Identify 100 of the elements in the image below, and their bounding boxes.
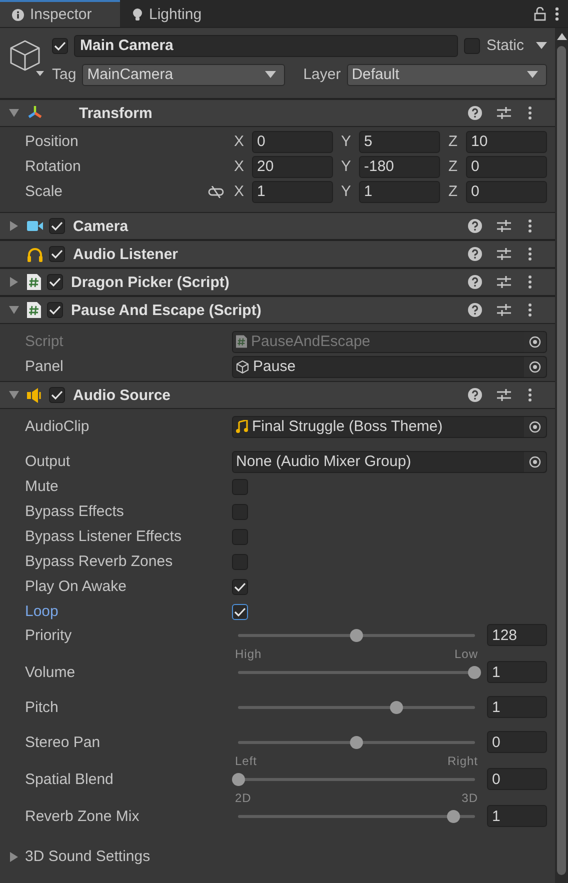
layer-label: Layer <box>303 66 341 83</box>
property-label: Script <box>25 333 64 350</box>
property-label: Scale <box>25 183 64 200</box>
panel-tab[interactable]: Inspector <box>0 0 120 27</box>
number-field[interactable]: 0 <box>466 156 547 178</box>
video-camera-icon <box>27 220 43 232</box>
component-header[interactable]: Audio Source <box>0 381 555 409</box>
number-field[interactable]: 5 <box>359 130 440 152</box>
active-checkbox[interactable] <box>52 38 68 54</box>
object-field[interactable]: Pause <box>232 356 547 378</box>
number-field[interactable]: 0 <box>466 180 547 202</box>
enabled-checkbox[interactable] <box>49 218 65 234</box>
checkbox[interactable] <box>232 554 248 570</box>
component-header[interactable]: Audio Listener <box>0 240 555 268</box>
property-label: Pitch <box>25 699 60 716</box>
slider-handle[interactable] <box>350 629 363 642</box>
music-note-icon <box>236 420 248 433</box>
name-field[interactable]: Main Camera <box>74 34 458 56</box>
axis-label: X <box>232 133 245 150</box>
checkbox[interactable] <box>232 578 248 594</box>
more-options-icon[interactable] <box>528 247 532 261</box>
preset-sliders-icon[interactable] <box>497 388 511 402</box>
foldout-arrow-icon[interactable] <box>9 305 19 315</box>
number-field[interactable]: 1 <box>359 180 440 202</box>
object-picker-icon[interactable] <box>529 420 541 432</box>
help-icon[interactable] <box>468 106 482 120</box>
number-field[interactable]: 1 <box>487 661 547 683</box>
axis-label: Z <box>447 133 459 150</box>
object-field[interactable]: Final Struggle (Boss Theme) <box>232 416 547 438</box>
panel-tab[interactable]: Lighting <box>120 0 214 27</box>
unlinked-chain-icon[interactable] <box>208 186 224 198</box>
object-picker-icon[interactable] <box>529 336 541 348</box>
more-options-icon[interactable] <box>528 303 532 317</box>
number-field[interactable]: 1 <box>487 696 547 718</box>
enabled-checkbox[interactable] <box>47 302 63 318</box>
foldout-arrow-icon[interactable] <box>9 390 19 400</box>
help-icon[interactable] <box>468 219 482 233</box>
slider-max-label: 3D <box>462 791 478 805</box>
tag-dropdown[interactable]: MainCamera <box>82 64 286 86</box>
checkbox[interactable] <box>232 478 248 494</box>
component-header[interactable]: Camera <box>0 212 555 240</box>
help-icon[interactable] <box>468 247 482 261</box>
slider-min-label: High <box>235 647 262 661</box>
number-field[interactable]: 20 <box>252 156 333 178</box>
slider-handle[interactable] <box>446 810 460 823</box>
slider-handle[interactable] <box>468 666 481 679</box>
slider-handle[interactable] <box>350 736 363 749</box>
component-title: Audio Source <box>73 386 171 404</box>
checkbox[interactable] <box>232 604 248 620</box>
foldout-arrow-icon[interactable] <box>9 108 19 118</box>
slider-handle[interactable] <box>390 701 404 714</box>
layer-dropdown[interactable]: Default <box>346 64 547 86</box>
dropdown-arrow-icon[interactable] <box>527 71 538 78</box>
number-field[interactable]: 128 <box>487 624 547 646</box>
more-options-icon[interactable] <box>528 106 532 120</box>
number-field[interactable]: 1 <box>252 180 333 202</box>
number-field[interactable]: 0 <box>487 768 547 790</box>
more-options-icon[interactable] <box>528 388 532 402</box>
foldout-arrow-icon[interactable] <box>9 221 19 231</box>
more-options-icon[interactable] <box>528 275 532 289</box>
cube-icon[interactable] <box>8 38 44 78</box>
more-options-icon[interactable] <box>555 6 559 20</box>
static-checkbox[interactable] <box>464 38 480 54</box>
preset-sliders-icon[interactable] <box>497 247 511 261</box>
slider-min-label: 2D <box>235 791 252 805</box>
checkbox[interactable] <box>232 504 248 520</box>
number-field[interactable]: 1 <box>487 805 547 827</box>
preset-sliders-icon[interactable] <box>497 303 511 317</box>
dropdown-arrow-icon[interactable] <box>265 71 276 78</box>
dropdown-arrow-icon[interactable] <box>536 42 547 49</box>
scroll-up-arrow-icon[interactable] <box>556 33 566 40</box>
slider-handle[interactable] <box>232 773 245 786</box>
enabled-checkbox[interactable] <box>49 246 65 262</box>
preset-sliders-icon[interactable] <box>497 106 511 120</box>
foldout-header[interactable]: 3D Sound Settings <box>0 842 555 871</box>
number-field[interactable]: 0 <box>252 130 333 152</box>
lock-icon[interactable] <box>534 6 546 20</box>
object-field[interactable]: None (Audio Mixer Group) <box>232 450 547 472</box>
help-icon[interactable] <box>468 275 482 289</box>
component-header[interactable]: Dragon Picker (Script) <box>0 268 555 296</box>
scrollbar[interactable] <box>555 28 568 883</box>
object-picker-icon[interactable] <box>529 360 541 372</box>
preset-sliders-icon[interactable] <box>497 275 511 289</box>
checkbox[interactable] <box>232 528 248 544</box>
enabled-checkbox[interactable] <box>47 274 63 290</box>
property-label: Priority <box>25 627 73 644</box>
number-field[interactable]: -180 <box>359 156 440 178</box>
enabled-checkbox[interactable] <box>49 387 65 403</box>
help-icon[interactable] <box>468 388 482 402</box>
foldout-arrow-icon[interactable] <box>9 277 19 287</box>
object-picker-icon[interactable] <box>529 456 541 468</box>
component-header[interactable]: Pause And Escape (Script) <box>0 296 555 324</box>
number-field[interactable]: 0 <box>487 731 547 753</box>
component-header[interactable]: Transform <box>0 99 555 127</box>
help-icon[interactable] <box>468 303 482 317</box>
more-options-icon[interactable] <box>528 219 532 233</box>
preset-sliders-icon[interactable] <box>497 219 511 233</box>
tag-label: Tag <box>52 66 76 83</box>
number-field[interactable]: 10 <box>466 130 547 152</box>
foldout-arrow-icon[interactable] <box>9 852 19 862</box>
